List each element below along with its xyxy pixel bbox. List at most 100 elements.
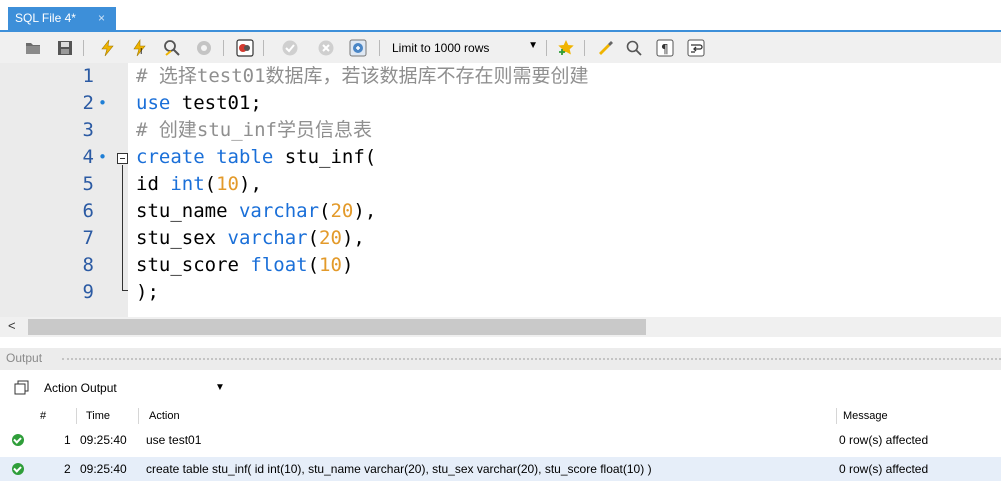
limit-rows-label: Limit to 1000 rows bbox=[392, 41, 490, 55]
mysql-workbench-window: SQL File 4* × I Limit to 1000 rows ▼ ¶ 1… bbox=[0, 0, 1001, 503]
sql-keyword: varchar bbox=[227, 227, 308, 249]
commit-icon[interactable] bbox=[281, 39, 299, 57]
line-number: 4 bbox=[82, 146, 94, 168]
column-separator[interactable] bbox=[76, 408, 77, 424]
code-line[interactable]: 4 • create table stu_inf( bbox=[0, 144, 1001, 171]
code-line[interactable]: 8 stu_score float(10) bbox=[0, 252, 1001, 279]
code-text[interactable]: # 创建stu_inf学员信息表 bbox=[136, 117, 372, 144]
code-line[interactable]: 3 # 创建stu_inf学员信息表 bbox=[0, 117, 1001, 144]
sql-text: ( bbox=[204, 173, 217, 195]
sql-text: stu_name bbox=[136, 200, 239, 222]
code-line[interactable]: 9); bbox=[0, 279, 1001, 306]
column-header-time[interactable]: Time bbox=[86, 410, 110, 422]
column-separator[interactable] bbox=[836, 408, 837, 424]
execute-current-statement-icon[interactable]: I bbox=[131, 39, 149, 57]
add-snippet-star-icon[interactable] bbox=[557, 39, 575, 57]
scroll-left-arrow-icon[interactable]: < bbox=[8, 318, 16, 333]
sql-text: ( bbox=[307, 227, 320, 249]
save-icon[interactable] bbox=[56, 39, 74, 57]
code-line[interactable]: 7 stu_sex varchar(20), bbox=[0, 225, 1001, 252]
output-row[interactable]: 2 09:25:40 create table stu_inf( id int(… bbox=[0, 457, 1001, 481]
sql-number: 10 bbox=[216, 173, 239, 195]
execute-lightning-icon[interactable] bbox=[99, 39, 117, 57]
line-number: 1 bbox=[82, 65, 94, 87]
output-panel-header: Output bbox=[0, 348, 1001, 370]
sql-text: ), bbox=[341, 227, 365, 249]
sql-text: id bbox=[136, 173, 171, 195]
code-text[interactable]: stu_sex varchar(20), bbox=[136, 225, 365, 252]
toggle-continue-on-error-icon[interactable] bbox=[236, 39, 254, 57]
copy-icon[interactable] bbox=[14, 380, 29, 395]
success-check-icon bbox=[12, 463, 24, 475]
code-line[interactable]: 1 # 选择test01数据库，若该数据库不存在则需要创建 bbox=[0, 63, 1001, 90]
statement-marker-icon: • bbox=[98, 94, 108, 112]
sql-comment: # 选择test01数据库，若该数据库不存在则需要创建 bbox=[136, 65, 589, 87]
code-text[interactable]: use test01; bbox=[136, 90, 262, 117]
toolbar-separator bbox=[83, 40, 84, 56]
code-line[interactable]: 2 • use test01; bbox=[0, 90, 1001, 117]
column-header-message[interactable]: Message bbox=[843, 410, 888, 422]
chevron-down-icon[interactable]: ▼ bbox=[215, 382, 225, 393]
sql-text: stu_score bbox=[136, 254, 251, 276]
tab-title: SQL File 4* bbox=[15, 11, 76, 25]
panel-grip bbox=[62, 358, 1001, 360]
sql-number: 10 bbox=[319, 254, 342, 276]
rollback-icon[interactable] bbox=[317, 39, 335, 57]
sql-text: test01; bbox=[170, 92, 262, 114]
row-time: 09:25:40 bbox=[80, 462, 127, 476]
autocommit-toggle-icon[interactable] bbox=[349, 39, 367, 57]
scrollbar-thumb[interactable] bbox=[28, 319, 646, 335]
sql-keyword: use bbox=[136, 92, 171, 114]
fold-guide-line bbox=[122, 165, 123, 290]
code-text[interactable]: ); bbox=[136, 279, 159, 306]
fold-toggle-icon[interactable] bbox=[117, 153, 128, 164]
output-type-select[interactable]: Action Output bbox=[44, 381, 117, 395]
svg-text:¶: ¶ bbox=[661, 42, 669, 56]
toolbar-separator bbox=[546, 40, 547, 56]
column-header-hash[interactable]: # bbox=[40, 410, 46, 422]
line-number: 6 bbox=[82, 200, 94, 222]
row-action: use test01 bbox=[146, 433, 202, 447]
sql-editor[interactable]: 1 # 选择test01数据库，若该数据库不存在则需要创建 2 • use test01… bbox=[0, 63, 1001, 317]
code-text[interactable]: stu_score float(10) bbox=[136, 252, 353, 279]
line-number: 9 bbox=[82, 281, 94, 303]
wrap-lines-icon[interactable] bbox=[687, 39, 705, 57]
code-text[interactable]: create table stu_inf( bbox=[136, 144, 376, 171]
output-title: Output bbox=[6, 351, 43, 365]
sql-keyword: int bbox=[170, 173, 205, 195]
code-text[interactable]: stu_name varchar(20), bbox=[136, 198, 376, 225]
line-number: 2 bbox=[82, 92, 94, 114]
sql-text: ) bbox=[341, 254, 354, 276]
output-row[interactable]: 1 09:25:40 use test01 0 row(s) affected bbox=[0, 428, 1001, 452]
sql-number: 20 bbox=[330, 200, 354, 222]
row-time: 09:25:40 bbox=[80, 433, 127, 447]
beautify-brush-icon[interactable] bbox=[596, 39, 614, 57]
sql-text: stu_inf( bbox=[273, 146, 377, 168]
close-icon[interactable]: × bbox=[98, 11, 105, 25]
open-folder-icon[interactable] bbox=[24, 39, 42, 57]
line-number: 5 bbox=[82, 173, 94, 195]
success-check-icon bbox=[12, 434, 24, 446]
toolbar-separator bbox=[584, 40, 585, 56]
find-magnifier-icon[interactable] bbox=[625, 39, 643, 57]
sql-text: stu_sex bbox=[136, 227, 228, 249]
invisible-chars-icon[interactable]: ¶ bbox=[656, 39, 674, 57]
stop-icon[interactable] bbox=[195, 39, 213, 57]
limit-rows-select[interactable]: Limit to 1000 rows ▼ bbox=[390, 40, 538, 58]
column-header-action[interactable]: Action bbox=[149, 410, 180, 422]
tab-sql-file[interactable]: SQL File 4* × bbox=[8, 7, 116, 30]
code-text[interactable]: # 选择test01数据库，若该数据库不存在则需要创建 bbox=[136, 63, 589, 90]
column-separator[interactable] bbox=[138, 408, 139, 424]
explain-magnifier-icon[interactable] bbox=[163, 39, 181, 57]
sql-text: ); bbox=[136, 281, 159, 303]
code-line[interactable]: 6 stu_name varchar(20), bbox=[0, 198, 1001, 225]
sql-number: 20 bbox=[319, 227, 342, 249]
editor-horizontal-scrollbar[interactable]: < bbox=[0, 317, 1001, 337]
line-number: 3 bbox=[82, 119, 94, 141]
code-line[interactable]: 5 id int(10), bbox=[0, 171, 1001, 198]
sql-text: ( bbox=[319, 200, 331, 222]
code-text[interactable]: id int(10), bbox=[136, 171, 262, 198]
output-grid-header: # Time Action Message bbox=[0, 406, 1001, 426]
sql-editor-toolbar: I Limit to 1000 rows ▼ ¶ bbox=[0, 30, 1001, 63]
output-toolbar: Action Output ▼ bbox=[0, 373, 1001, 403]
